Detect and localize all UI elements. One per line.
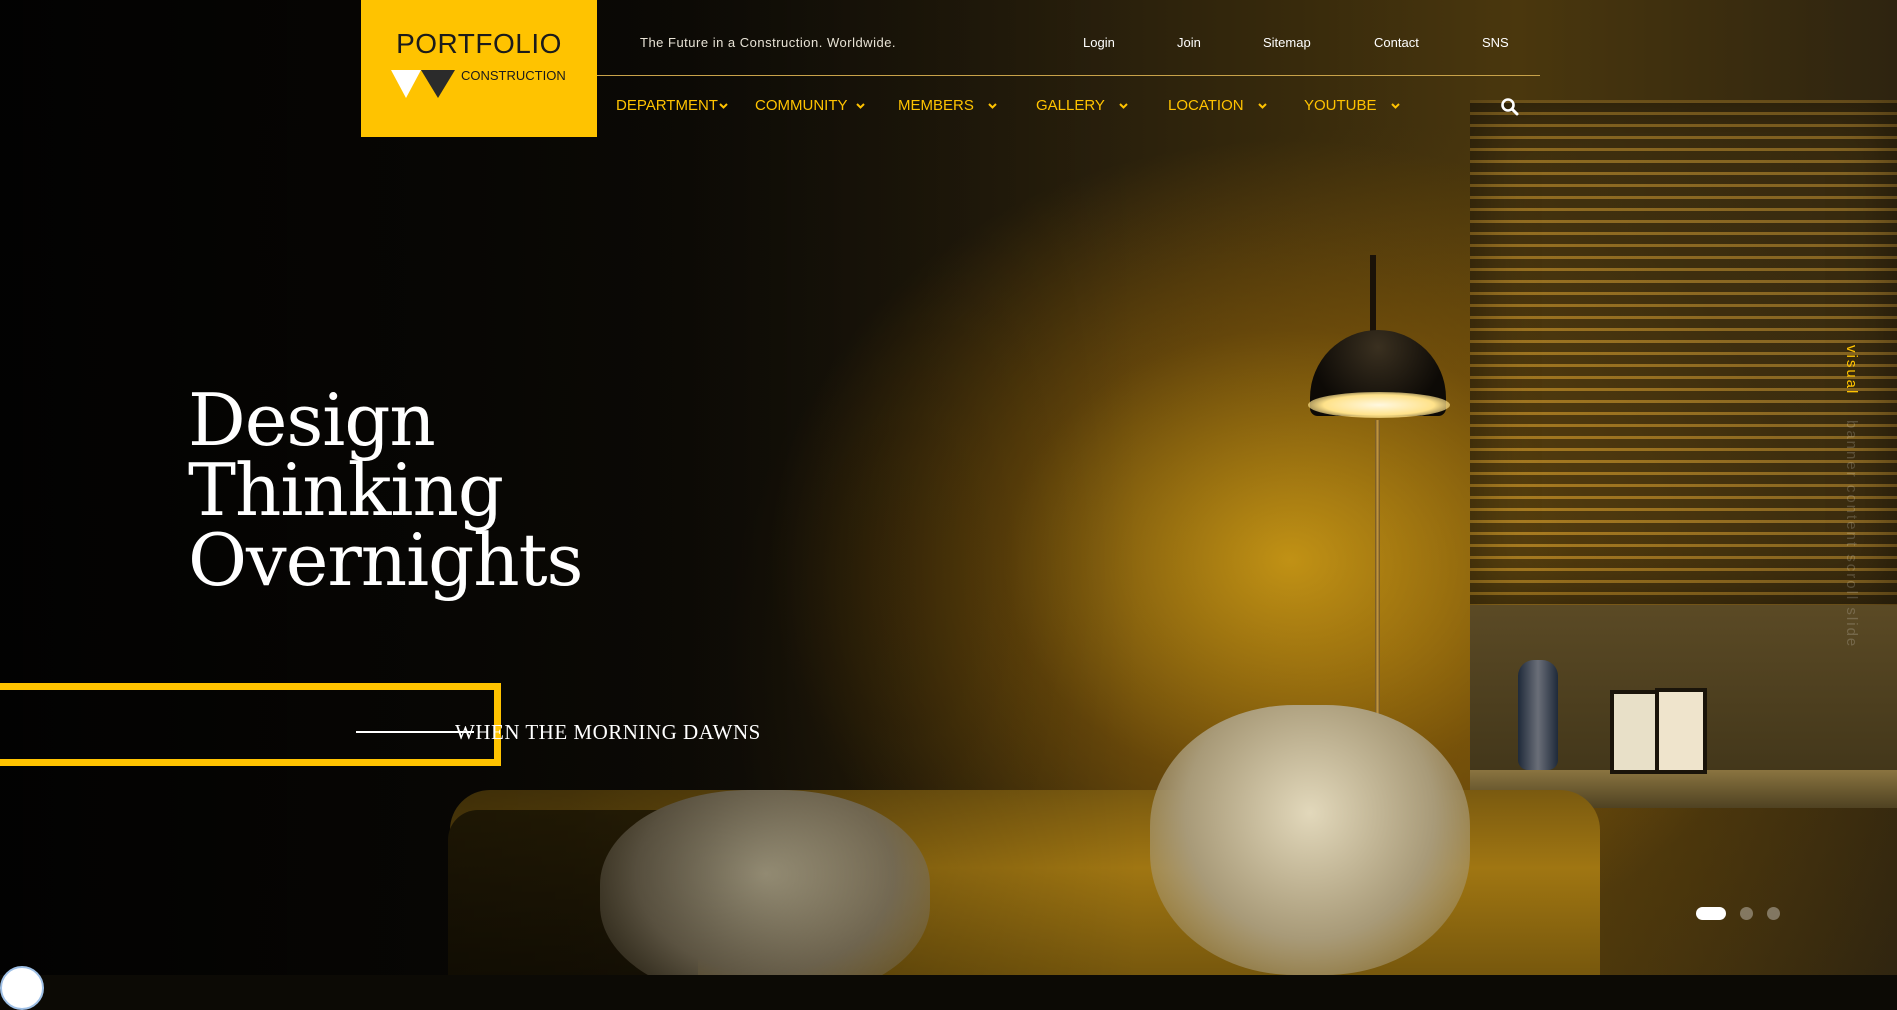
chevron-down-icon — [988, 103, 997, 109]
login-link[interactable]: Login — [1083, 35, 1115, 50]
nav-item-members[interactable]: MEMBERS — [898, 97, 997, 114]
headline-line: Design — [188, 378, 436, 462]
hero-headline: Design Thinking Overnights — [188, 378, 583, 602]
header-tagline: The Future in a Construction. Worldwide. — [640, 35, 897, 50]
logo-title: PORTFOLIO — [396, 28, 562, 59]
nav-label: YOUTUBE — [1304, 97, 1377, 114]
chevron-down-icon — [1390, 103, 1400, 109]
nav-item-location[interactable]: LOCATION — [1168, 97, 1267, 114]
vertical-caption: visual banner content scroll slide — [1843, 345, 1860, 648]
chevron-down-icon — [855, 103, 865, 109]
nav-label: COMMUNITY — [755, 97, 848, 114]
logo-triangles-icon — [391, 70, 455, 98]
vertical-caption-highlight: visual — [1843, 345, 1860, 396]
sns-link[interactable]: SNS — [1482, 35, 1509, 50]
nav-item-gallery[interactable]: GALLERY — [1036, 97, 1128, 114]
nav-item-department[interactable]: DEPARTMENT — [616, 97, 728, 114]
slider-dot[interactable] — [1767, 907, 1780, 920]
nav-label: GALLERY — [1036, 97, 1105, 114]
nav-label: DEPARTMENT — [616, 97, 718, 114]
nav-label: LOCATION — [1168, 97, 1244, 114]
chevron-down-icon — [1257, 103, 1267, 109]
slider-dot[interactable] — [1740, 907, 1753, 920]
search-icon[interactable] — [1500, 97, 1520, 117]
vertical-caption-rest: banner content scroll slide — [1843, 419, 1860, 648]
join-link[interactable]: Join — [1177, 35, 1201, 50]
chevron-down-icon — [1119, 103, 1128, 109]
logo-subtitle: CONSTRUCTION — [461, 68, 566, 83]
site-logo[interactable]: PORTFOLIO CONSTRUCTION — [361, 0, 597, 137]
corner-widget[interactable] — [0, 966, 44, 1010]
nav-item-community[interactable]: COMMUNITY — [755, 97, 865, 114]
sitemap-link[interactable]: Sitemap — [1263, 35, 1311, 50]
chevron-down-icon — [719, 103, 728, 109]
headline-line: Overnights — [188, 518, 583, 602]
header-divider — [597, 75, 1540, 76]
contact-link[interactable]: Contact — [1374, 35, 1419, 50]
cta-link[interactable]: WHEN THE MORNING DAWNS — [455, 720, 761, 745]
headline-line: Thinking — [188, 448, 504, 532]
nav-label: MEMBERS — [898, 97, 974, 114]
cta-frame — [0, 683, 501, 766]
slider-dot-active[interactable] — [1696, 907, 1726, 920]
nav-item-youtube[interactable]: YOUTUBE — [1304, 97, 1400, 114]
